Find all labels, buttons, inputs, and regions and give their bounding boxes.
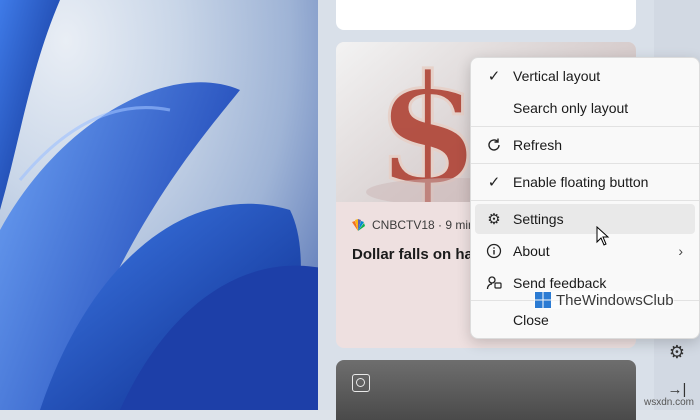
chevron-right-icon: › (678, 243, 683, 259)
mouse-cursor-icon (596, 226, 610, 246)
widget-card-top[interactable] (336, 0, 636, 30)
widgets-settings-button[interactable]: ⚙ (660, 337, 694, 367)
gear-icon: ⚙ (487, 211, 501, 228)
check-icon: ✓ (487, 68, 501, 85)
watermark: TheWindowsClub (534, 291, 674, 309)
refresh-icon (479, 137, 509, 153)
menu-item-search-only-layout[interactable]: Search only layout (475, 93, 695, 123)
menu-item-label: Send feedback (513, 275, 607, 291)
menu-item-label: Refresh (513, 137, 563, 153)
watermark-text: TheWindowsClub (556, 291, 674, 309)
menu-item-label: About (513, 243, 550, 259)
menu-item-label: Settings (513, 211, 564, 227)
menu-item-enable-floating-button[interactable]: ✓ Enable floating button (475, 167, 695, 197)
info-icon (479, 243, 509, 259)
site-credit: wsxdn.com (643, 397, 694, 408)
menu-item-label: Close (513, 312, 549, 328)
menu-separator (471, 163, 699, 164)
menu-item-refresh[interactable]: Refresh (475, 130, 695, 160)
menu-item-settings[interactable]: ⚙ Settings (475, 204, 695, 234)
menu-item-about[interactable]: About › (475, 236, 695, 266)
desktop-wallpaper (0, 0, 330, 410)
news-source-label: CNBCTV18 · 9 min (372, 218, 475, 232)
menu-item-vertical-layout[interactable]: ✓ Vertical layout (475, 61, 695, 91)
menu-item-close[interactable]: Close (475, 305, 695, 335)
menu-separator (471, 126, 699, 127)
image-icon (352, 374, 370, 392)
news-source: CNBCTV18 · 9 min (350, 218, 475, 232)
dock-right-icon: →| (667, 380, 687, 398)
widget-card-bottom[interactable] (336, 360, 636, 420)
check-icon: ✓ (487, 174, 501, 191)
feedback-icon (479, 275, 509, 291)
svg-text:$: $ (376, 42, 480, 202)
cnbc-logo-icon (352, 219, 365, 231)
menu-separator (471, 200, 699, 201)
gear-icon: ⚙ (668, 341, 686, 362)
menu-item-label: Enable floating button (513, 174, 649, 190)
windows-logo-icon (535, 292, 551, 308)
menu-item-label: Search only layout (513, 100, 629, 116)
menu-item-label: Vertical layout (513, 68, 601, 84)
